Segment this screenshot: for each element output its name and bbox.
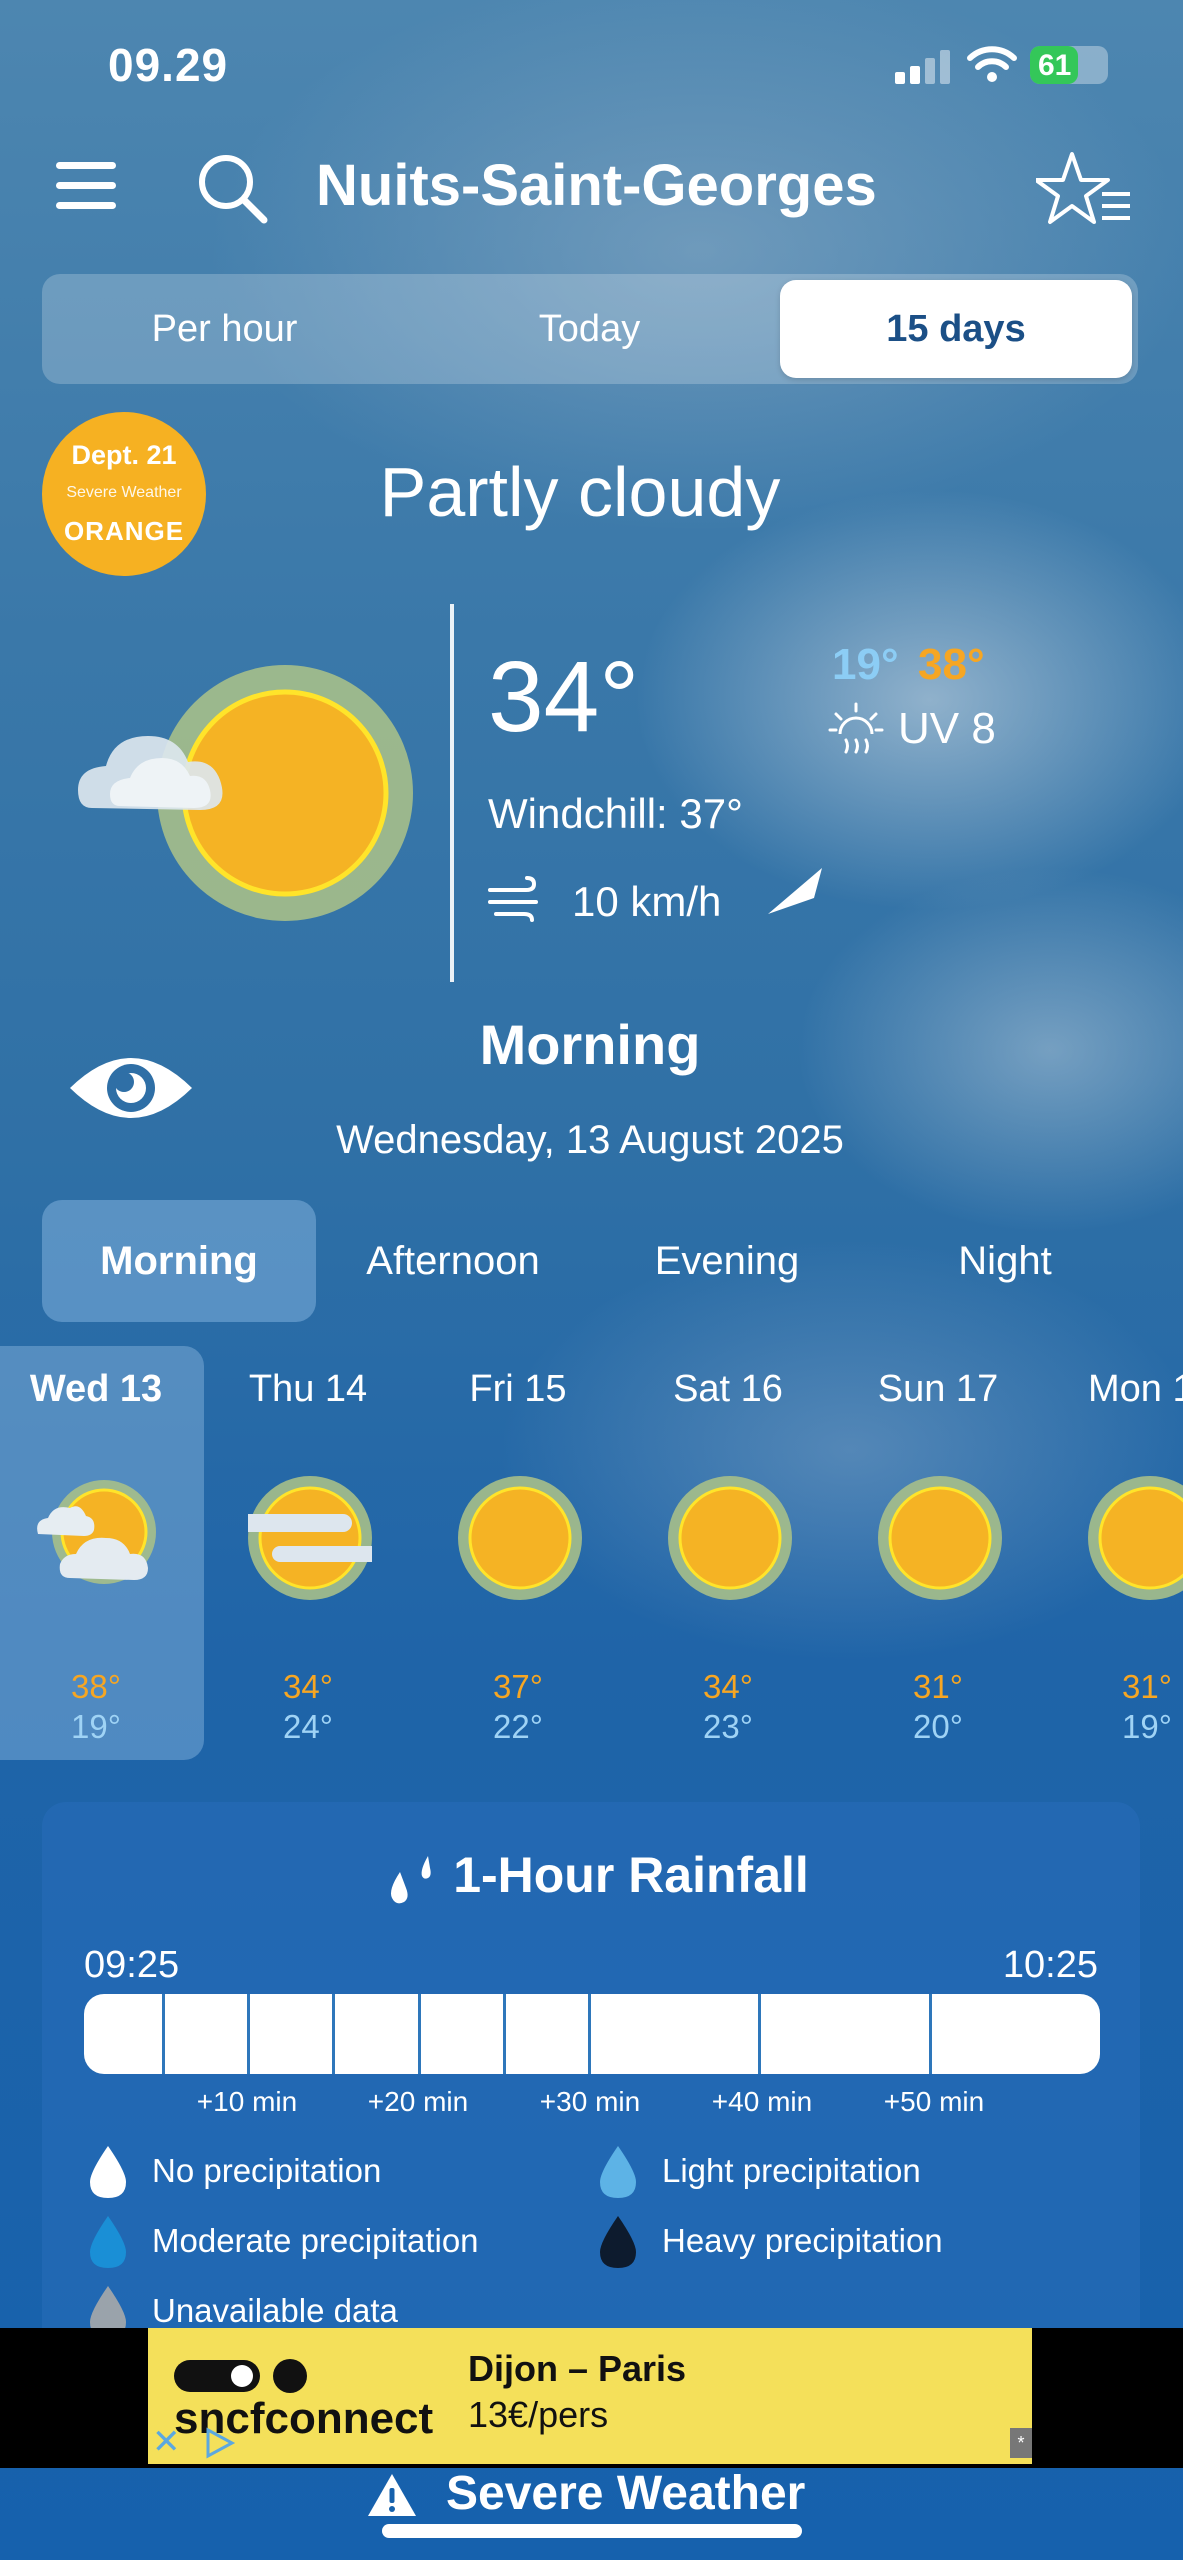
severe-weather-badge[interactable]: Dept. 21 Severe Weather ORANGE xyxy=(42,412,206,576)
day-min-temp: 19° xyxy=(1122,1708,1172,1745)
rainfall-end-time: 10:25 xyxy=(1002,1944,1098,1986)
wifi-icon xyxy=(967,46,1017,82)
battery-icon: 61 xyxy=(1030,46,1108,84)
alert-level: ORANGE xyxy=(63,516,185,546)
alert-subtitle: Severe Weather xyxy=(66,484,182,501)
rainfall-tick: +50 min xyxy=(883,2086,985,2117)
sun-haze-icon xyxy=(248,1476,372,1600)
wind-speed: 10 km/h xyxy=(572,878,722,925)
divider xyxy=(450,604,454,982)
status-time: 09.29 xyxy=(108,39,229,91)
search-icon[interactable] xyxy=(196,152,270,226)
rainfall-tick: +30 min xyxy=(539,2086,641,2117)
severe-weather-button[interactable]: Severe Weather xyxy=(446,2466,805,2521)
uv-sun-icon xyxy=(828,702,884,754)
day-label: Sun 17 xyxy=(877,1368,999,1410)
wind-icon xyxy=(488,876,538,922)
day-max-temp: 34° xyxy=(703,1668,753,1705)
favorites-list-icon[interactable] xyxy=(1036,150,1132,230)
tab-per-hour[interactable]: Per hour xyxy=(42,274,407,384)
ad-info-icon[interactable]: * xyxy=(1010,2428,1032,2458)
rainfall-title: 1-Hour Rainfall xyxy=(453,1847,809,1903)
tab-afternoon[interactable]: Afternoon xyxy=(316,1200,590,1322)
ad-route: Dijon – Paris xyxy=(468,2348,687,2389)
period-date: Wednesday, 13 August 2025 xyxy=(336,1118,844,1162)
temp-min: 19° xyxy=(832,640,899,689)
moderate-precipitation-drop-icon xyxy=(90,2216,126,2268)
day-item-thu[interactable]: Thu 14 34° 24° xyxy=(206,1346,410,1760)
day-label: Wed 13 xyxy=(29,1368,163,1410)
tab-morning[interactable]: Morning xyxy=(42,1200,316,1322)
day-min-temp: 23° xyxy=(703,1708,753,1745)
home-indicator xyxy=(382,2524,802,2538)
rainfall-start-time: 09:25 xyxy=(84,1944,180,1986)
warning-icon xyxy=(368,2474,416,2516)
ad-banner[interactable]: sncfconnect Dijon – Paris 13€/pers ✕ * xyxy=(148,2328,1032,2464)
period-title: Morning xyxy=(479,1013,701,1076)
day-item-mon[interactable]: Mon 1 31° 19° xyxy=(1046,1346,1183,1760)
day-item-wed[interactable]: Wed 13 38° 19° xyxy=(0,1346,198,1760)
legend-moderate-precipitation: Moderate precipitation xyxy=(152,2222,479,2259)
eye-icon[interactable] xyxy=(66,1046,196,1130)
legend-heavy-precipitation: Heavy precipitation xyxy=(662,2222,943,2259)
windchill: Windchill: 37° xyxy=(488,790,743,837)
sncf-connect-logo-icon xyxy=(174,2359,307,2393)
ad-close-icon[interactable]: ✕ xyxy=(152,2422,181,2462)
tab-evening[interactable]: Evening xyxy=(590,1200,864,1322)
view-tabs: Per hour Today 15 days xyxy=(42,274,1138,384)
rainfall-tick: +20 min xyxy=(367,2086,469,2117)
sun-cloud-icon xyxy=(37,1480,156,1584)
alert-dept: Dept. 21 xyxy=(71,440,177,470)
day-label: Sat 16 xyxy=(673,1368,783,1410)
day-item-sun[interactable]: Sun 17 31° 20° xyxy=(836,1346,1040,1760)
heavy-precipitation-drop-icon xyxy=(600,2216,636,2268)
legend-unavailable-data: Unavailable data xyxy=(152,2292,398,2329)
sun-icon xyxy=(1088,1476,1183,1600)
day-label: Thu 14 xyxy=(248,1368,368,1410)
tab-night[interactable]: Night xyxy=(868,1200,1142,1322)
legend-light-precipitation: Light precipitation xyxy=(662,2152,921,2189)
day-min-temp: 19° xyxy=(71,1708,121,1745)
uv-index: UV 8 xyxy=(898,704,996,753)
signal-icon xyxy=(895,48,951,84)
ad-price: 13€/pers xyxy=(468,2394,609,2435)
legend-no-precipitation: No precipitation xyxy=(152,2152,382,2189)
day-max-temp: 38° xyxy=(71,1668,121,1705)
menu-icon[interactable] xyxy=(56,162,116,210)
day-label: Fri 15 xyxy=(469,1368,567,1410)
tab-today[interactable]: Today xyxy=(407,274,772,384)
light-precipitation-drop-icon xyxy=(600,2146,636,2198)
no-precipitation-drop-icon xyxy=(90,2146,126,2198)
sun-icon xyxy=(878,1476,1002,1600)
rainfall-tick: +10 min xyxy=(196,2086,298,2117)
wind-direction-icon xyxy=(768,868,822,914)
tab-15-days[interactable]: 15 days xyxy=(780,280,1132,378)
temp-max: 38° xyxy=(918,640,985,689)
adchoices-icon[interactable] xyxy=(202,2426,236,2460)
partly-cloudy-sun-icon xyxy=(78,665,413,921)
day-item-sat[interactable]: Sat 16 34° 23° xyxy=(626,1346,830,1760)
rainfall-tick: +40 min xyxy=(711,2086,813,2117)
day-max-temp: 34° xyxy=(283,1668,333,1705)
day-min-temp: 22° xyxy=(493,1708,543,1745)
day-min-temp: 24° xyxy=(283,1708,333,1745)
rainfall-bar xyxy=(84,1994,1100,2074)
day-min-temp: 20° xyxy=(913,1708,963,1745)
day-label: Mon 1 xyxy=(1088,1368,1183,1410)
sun-icon xyxy=(668,1476,792,1600)
current-temperature: 34° xyxy=(488,641,640,753)
rainfall-card: 1-Hour Rainfall 09:25 10:25 +10 min +20 … xyxy=(42,1802,1140,2402)
day-item-fri[interactable]: Fri 15 37° 22° xyxy=(416,1346,620,1760)
current-condition: Partly cloudy xyxy=(379,453,781,531)
battery-percent: 61 xyxy=(1038,49,1072,82)
day-max-temp: 31° xyxy=(913,1668,963,1705)
day-max-temp: 31° xyxy=(1122,1668,1172,1705)
city-name[interactable]: Nuits-Saint-Georges xyxy=(316,152,877,219)
day-max-temp: 37° xyxy=(493,1668,543,1705)
sun-icon xyxy=(458,1476,582,1600)
